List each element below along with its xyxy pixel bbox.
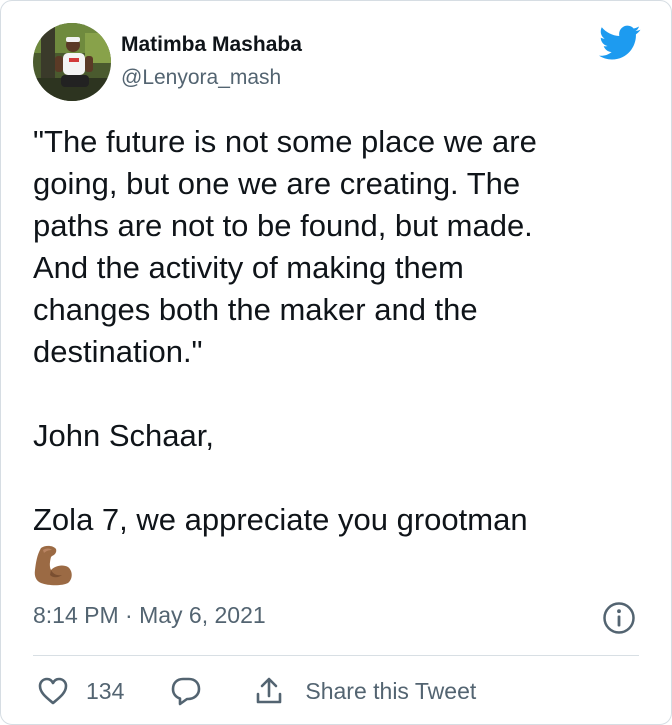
tweet-line: destination."	[33, 334, 203, 369]
heart-icon	[38, 677, 68, 705]
like-button[interactable]: 134	[37, 676, 124, 706]
author-name[interactable]: Matimba Mashaba	[121, 33, 302, 57]
tweet-line: changes both the maker and the	[33, 292, 478, 327]
share-icon	[257, 677, 282, 704]
info-icon[interactable]	[602, 601, 636, 635]
flexed-biceps-icon	[31, 544, 75, 586]
divider	[33, 655, 639, 656]
reply-button[interactable]	[170, 676, 202, 706]
share-button[interactable]: Share this Tweet	[254, 676, 476, 706]
tweet-line: paths are not to be found, but made.	[33, 208, 533, 243]
tweet-card: Matimba Mashaba @Lenyora_mash "The futur…	[0, 0, 672, 725]
share-label: Share this Tweet	[305, 677, 477, 704]
tweet-line: "The future is not some place we are	[33, 124, 537, 159]
tweet-text: "The future is not some place we are goi…	[33, 121, 643, 541]
tweet-line: going, but one we are creating. The	[33, 166, 521, 201]
tweet-attribution: John Schaar,	[33, 418, 214, 453]
like-count: 134	[86, 677, 125, 704]
twitter-bird-icon[interactable]	[599, 25, 641, 61]
action-bar: 134 Share this Tweet	[33, 669, 476, 713]
author-handle[interactable]: @Lenyora_mash	[121, 66, 281, 90]
avatar[interactable]	[33, 23, 111, 101]
tweet-timestamp[interactable]: 8:14 PM · May 6, 2021	[33, 602, 266, 629]
reply-bubble-icon	[172, 677, 201, 706]
tweet-line: And the activity of making them	[33, 250, 464, 285]
tweet-dedication: Zola 7, we appreciate you grootman	[33, 502, 528, 537]
